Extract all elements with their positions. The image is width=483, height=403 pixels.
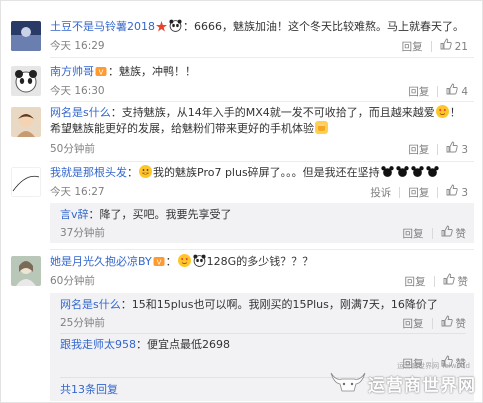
divider (431, 318, 433, 329)
mickey-emoji-icon (411, 165, 424, 183)
like-button[interactable]: 赞 (443, 273, 468, 290)
avatar[interactable] (11, 167, 41, 197)
reply-button[interactable]: 回复 (403, 226, 424, 242)
mickey-emoji-icon (396, 165, 409, 183)
comment-text: 6666，魅族加油！这个冬天比较难熬。马上就春天了。 (194, 20, 464, 33)
divider (437, 144, 439, 155)
user-name[interactable]: 南方帅哥 (50, 65, 94, 78)
svg-text:V: V (99, 69, 104, 77)
divider (399, 187, 401, 198)
divider (50, 57, 474, 58)
reply-button[interactable]: 回复 (402, 39, 423, 55)
panda-emoji-icon (193, 254, 206, 272)
divider (437, 187, 439, 198)
vip-badge-icon: V (153, 256, 165, 272)
mickey-emoji-icon (381, 165, 394, 183)
grin-emoji-icon (139, 165, 152, 178)
report-button[interactable]: 投诉 (370, 185, 391, 201)
user-name[interactable]: 跟我走师太958 (60, 338, 136, 351)
comment-text: 便宜点最低2698 (147, 338, 230, 351)
heart-eyes-emoji-icon (177, 254, 191, 267)
avatar[interactable] (11, 107, 41, 137)
watermark-subtext: 运营商世界网 Telworld (397, 362, 470, 370)
reply-button[interactable]: 回复 (408, 84, 429, 100)
comment-text: 15和15plus也可以啊。我刚买的15Plus，刚满7天，16降价了 (131, 298, 438, 311)
comment-time: 37分钟前 (60, 227, 105, 239)
divider (430, 41, 432, 52)
comment-text: 128G的多少钱？？？ (206, 255, 314, 268)
watermark-text: 运营商世界网 (368, 376, 476, 396)
reply-button[interactable]: 回复 (408, 185, 429, 201)
comment-text: 魅族，冲鸭！！ (119, 65, 196, 78)
comment-time: 今天 16:29 (50, 40, 105, 52)
panda-emoji-icon (169, 19, 182, 37)
divider (50, 161, 474, 162)
divider (433, 276, 435, 287)
user-name[interactable]: 土豆不是马铃薯2018 (50, 20, 155, 33)
user-name[interactable]: 我就是那根头发 (50, 166, 127, 179)
thumb-up-icon (441, 225, 453, 242)
comment-text: 我的魅族Pro7 plus碎屏了。。。但是我还在坚持 (153, 166, 380, 179)
comment-time: 25分钟前 (60, 317, 105, 329)
reply-button[interactable]: 回复 (405, 274, 426, 290)
comment-time: 今天 16:27 (50, 186, 105, 198)
vip-badge-icon: V (95, 66, 107, 82)
heart-eyes-emoji-icon (435, 105, 449, 118)
comment-text: 降了，买吧。我要先享受了 (99, 208, 232, 221)
user-name[interactable]: 网名是s什么 (50, 106, 111, 119)
like-button[interactable]: 4 (446, 83, 468, 100)
thumb-up-icon (446, 141, 459, 158)
avatar[interactable] (11, 66, 41, 96)
divider (50, 101, 474, 102)
divider (50, 249, 474, 250)
avatar[interactable] (11, 21, 41, 51)
like-button[interactable]: 21 (440, 38, 468, 55)
star-badge-icon (156, 21, 167, 37)
thumb-up-icon (443, 273, 455, 290)
watermark: 运营商世界网 运营商世界网 Telworld (328, 362, 476, 398)
user-name[interactable]: 言v辞 (60, 208, 89, 221)
thumb-up-icon (441, 315, 453, 332)
user-name[interactable]: 网名是s什么 (60, 298, 121, 311)
svg-text:V: V (156, 259, 161, 267)
mickey-emoji-icon (426, 165, 439, 183)
fist-emoji-icon (315, 121, 328, 134)
divider (431, 228, 433, 239)
bull-logo-icon (328, 369, 368, 398)
thumb-up-icon (446, 83, 459, 100)
comment-text: 支持魅族，从14年入手的MX4就一发不可收拾了，而且越来越爱 (121, 106, 435, 119)
like-button[interactable]: 赞 (441, 315, 466, 332)
like-button[interactable]: 3 (446, 184, 468, 201)
avatar[interactable] (11, 256, 41, 286)
reply-button[interactable]: 回复 (408, 142, 429, 158)
view-all-replies-link[interactable]: 共13条回复 (60, 381, 118, 397)
user-name[interactable]: 她是月光久抱必凉BY (50, 255, 152, 268)
comment-thread: 土豆不是马铃薯2018 ：6666，魅族加油！这个冬天比较难熬。马上就春天了。 今… (0, 0, 483, 403)
divider (60, 333, 466, 334)
reply-button[interactable]: 回复 (403, 316, 424, 332)
like-button[interactable]: 3 (446, 141, 468, 158)
comment-time: 60分钟前 (50, 275, 95, 287)
comment-time: 50分钟前 (50, 143, 95, 155)
reply-list: 言v辞：降了，买吧。我要先享受了 37分钟前 回复 赞 (50, 203, 474, 243)
thumb-up-icon (446, 184, 459, 201)
like-button[interactable]: 赞 (441, 225, 466, 242)
thumb-up-icon (440, 38, 452, 55)
comment-time: 今天 16:30 (50, 85, 105, 97)
divider (437, 86, 439, 97)
